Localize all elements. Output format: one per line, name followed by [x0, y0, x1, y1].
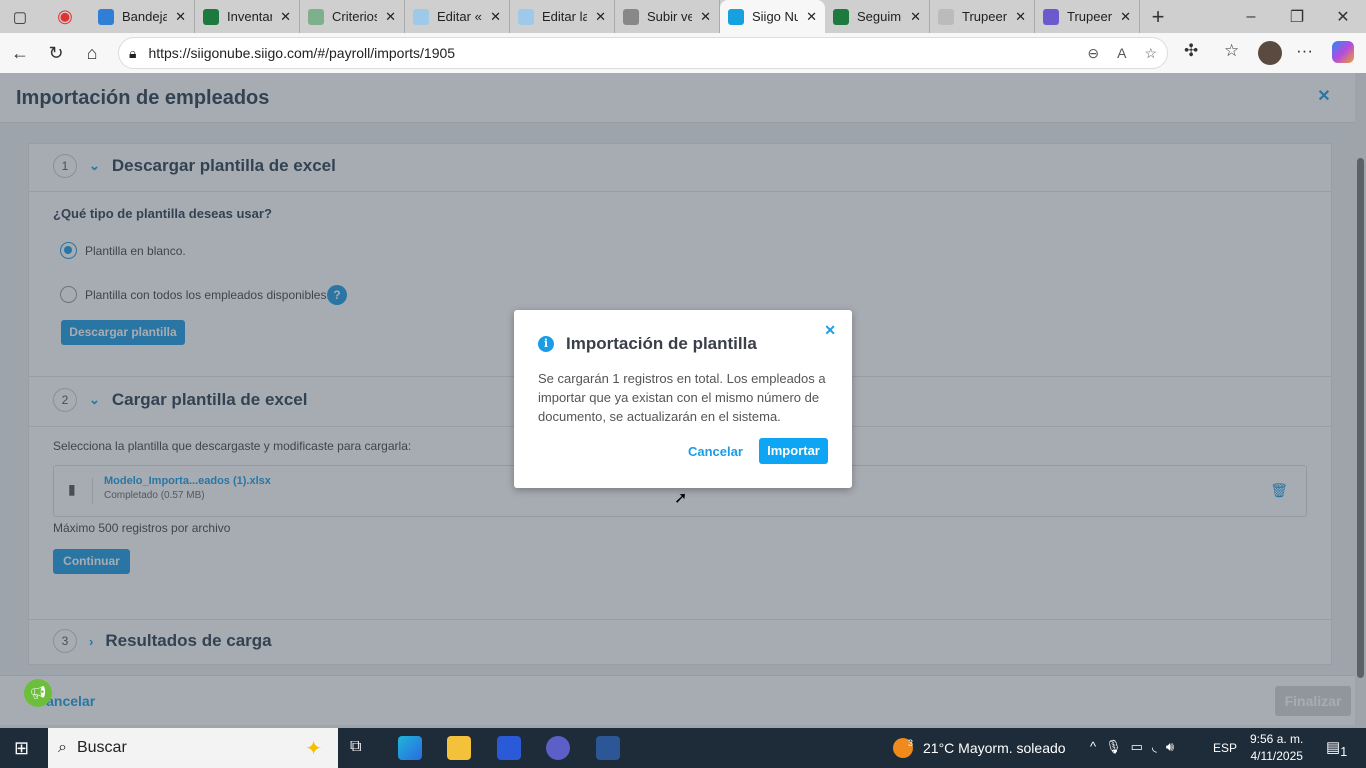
home-icon[interactable]: ⌂ — [74, 43, 110, 64]
minimize-button[interactable]: – — [1228, 8, 1274, 26]
search-icon: ⌕ — [58, 739, 67, 756]
weather-text[interactable]: 21°C Mayorm. soleado — [923, 740, 1066, 756]
teams-icon[interactable] — [546, 736, 570, 760]
close-window-button[interactable]: ✕ — [1320, 7, 1366, 27]
browser-tab[interactable]: Seguimi ✕ — [825, 0, 930, 33]
search-placeholder: Buscar — [76, 739, 127, 756]
tab-close-icon[interactable]: ✕ — [1120, 9, 1131, 25]
back-icon[interactable]: ← — [2, 43, 38, 64]
tab-label: Editar la — [542, 9, 588, 24]
record-icon[interactable]: ◉ — [40, 6, 90, 27]
tray-icons[interactable]: ^🎙︎▭◟🔊︎ — [1090, 739, 1183, 755]
tab-actions-icon[interactable]: ▢ — [0, 8, 40, 26]
info-icon: i — [538, 336, 554, 352]
tab-close-icon[interactable]: ✕ — [595, 9, 606, 25]
start-icon[interactable]: ⊞ — [14, 738, 29, 759]
tab-close-icon[interactable]: ✕ — [490, 9, 501, 25]
word-icon[interactable] — [596, 736, 620, 760]
tab-close-icon[interactable]: ✕ — [385, 9, 396, 25]
favorite-star-icon[interactable]: ☆ — [1144, 45, 1157, 62]
tab-label: Subir ve — [647, 9, 693, 24]
extensions-icon[interactable]: ✣ — [1184, 41, 1198, 61]
megaphone-icon[interactable]: 📢︎ — [24, 679, 52, 707]
profile-avatar[interactable] — [1258, 41, 1282, 65]
tab-favicon-icon — [308, 8, 324, 25]
app-icon[interactable] — [497, 736, 521, 760]
address-bar-row: ← ↻ ⌂ 🔒︎ https://siigonube.siigo.com/#/p… — [0, 33, 1366, 73]
restore-button[interactable]: ❐ — [1274, 7, 1320, 27]
browser-tab[interactable]: Editar «S ✕ — [405, 0, 510, 33]
copilot-icon[interactable] — [1332, 41, 1354, 63]
tab-label: Trupeer. — [1067, 9, 1113, 24]
weather-badge: 3 — [907, 738, 913, 748]
clock[interactable]: 9:56 a. m. 4/11/2025 — [1250, 731, 1303, 765]
lock-icon: 🔒︎ — [129, 44, 137, 61]
browser-tab[interactable]: Trupeer. ✕ — [930, 0, 1035, 33]
tab-label: Siigo Nu — [752, 9, 799, 24]
tab-favicon-icon — [938, 8, 954, 25]
time: 9:56 a. m. — [1250, 732, 1304, 746]
import-confirm-dialog: i Importación de plantilla ✕ Se cargarán… — [514, 310, 852, 488]
browser-tab[interactable]: Inventar ✕ — [195, 0, 300, 33]
sparkle-icon: ✦ — [305, 737, 322, 760]
url-text: https://siigonube.siigo.com/#/payroll/im… — [148, 45, 456, 61]
tab-close-icon[interactable]: ✕ — [1015, 9, 1026, 25]
tab-favicon-icon — [98, 8, 114, 25]
tab-favicon-icon — [203, 8, 219, 25]
file-explorer-icon[interactable] — [447, 736, 471, 760]
tab-label: Bandeja — [122, 9, 168, 24]
tab-favicon-icon — [728, 8, 744, 25]
tab-favicon-icon — [413, 8, 429, 25]
browser-tab[interactable]: Subir ve ✕ — [615, 0, 720, 33]
more-icon[interactable]: ··· — [1296, 41, 1313, 61]
close-dialog-icon[interactable]: ✕ — [824, 322, 836, 339]
tab-close-icon[interactable]: ✕ — [175, 9, 186, 25]
browser-tab[interactable]: Editar la ✕ — [510, 0, 615, 33]
tab-close-icon[interactable]: ✕ — [910, 9, 921, 25]
browser-tab[interactable]: Siigo Nu ✕ — [720, 0, 825, 33]
tab-close-icon[interactable]: ✕ — [700, 9, 711, 25]
language-indicator[interactable]: ESP — [1213, 741, 1237, 755]
dialog-cancel-button[interactable]: Cancelar — [688, 444, 743, 459]
tab-favicon-icon — [623, 8, 639, 25]
dialog-import-button[interactable]: Importar — [759, 438, 828, 464]
tab-favicon-icon — [833, 8, 849, 25]
notification-count: 1 — [1340, 745, 1348, 759]
windows-taskbar: ⊞ ⌕ Buscar ✦ ⧉ 3 21°C Mayorm. soleado ^🎙… — [0, 728, 1366, 768]
new-tab-button[interactable]: + — [1140, 4, 1176, 30]
tab-label: Criterios — [332, 9, 378, 24]
browser-tab[interactable]: Trupeer. ✕ — [1035, 0, 1140, 33]
dialog-message: Se cargarán 1 registros en total. Los em… — [538, 371, 826, 424]
zoom-out-icon[interactable]: ⊖ — [1087, 45, 1099, 62]
browser-tab-bar: ▢ ◉ Bandeja✕Inventar✕Criterios✕Editar «S… — [0, 0, 1366, 33]
browser-tab[interactable]: Criterios ✕ — [300, 0, 405, 33]
weather-icon[interactable]: 3 — [893, 738, 913, 758]
notifications-icon[interactable]: ▤1 — [1326, 738, 1347, 759]
tab-label: Inventar — [227, 9, 273, 24]
tab-label: Editar «S — [437, 9, 482, 24]
browser-tab[interactable]: Bandeja ✕ — [90, 0, 195, 33]
tab-close-icon[interactable]: ✕ — [280, 9, 291, 25]
task-view-icon[interactable]: ⧉ — [350, 738, 361, 756]
tab-label: Seguimi — [857, 9, 903, 24]
tab-label: Trupeer. — [962, 9, 1008, 24]
edge-icon[interactable] — [398, 736, 422, 760]
mouse-cursor: ➚ — [674, 490, 688, 507]
refresh-icon[interactable]: ↻ — [38, 43, 74, 64]
dialog-title: Importación de plantilla — [566, 334, 757, 353]
tab-favicon-icon — [1043, 8, 1059, 25]
read-aloud-icon[interactable]: A — [1117, 45, 1126, 62]
url-input[interactable]: 🔒︎ https://siigonube.siigo.com/#/payroll… — [118, 37, 1168, 69]
date: 4/11/2025 — [1250, 749, 1303, 763]
tab-close-icon[interactable]: ✕ — [806, 9, 817, 25]
taskbar-search[interactable]: ⌕ Buscar ✦ — [48, 728, 338, 768]
tab-favicon-icon — [518, 8, 534, 25]
favorites-icon[interactable]: ☆ — [1224, 41, 1239, 61]
